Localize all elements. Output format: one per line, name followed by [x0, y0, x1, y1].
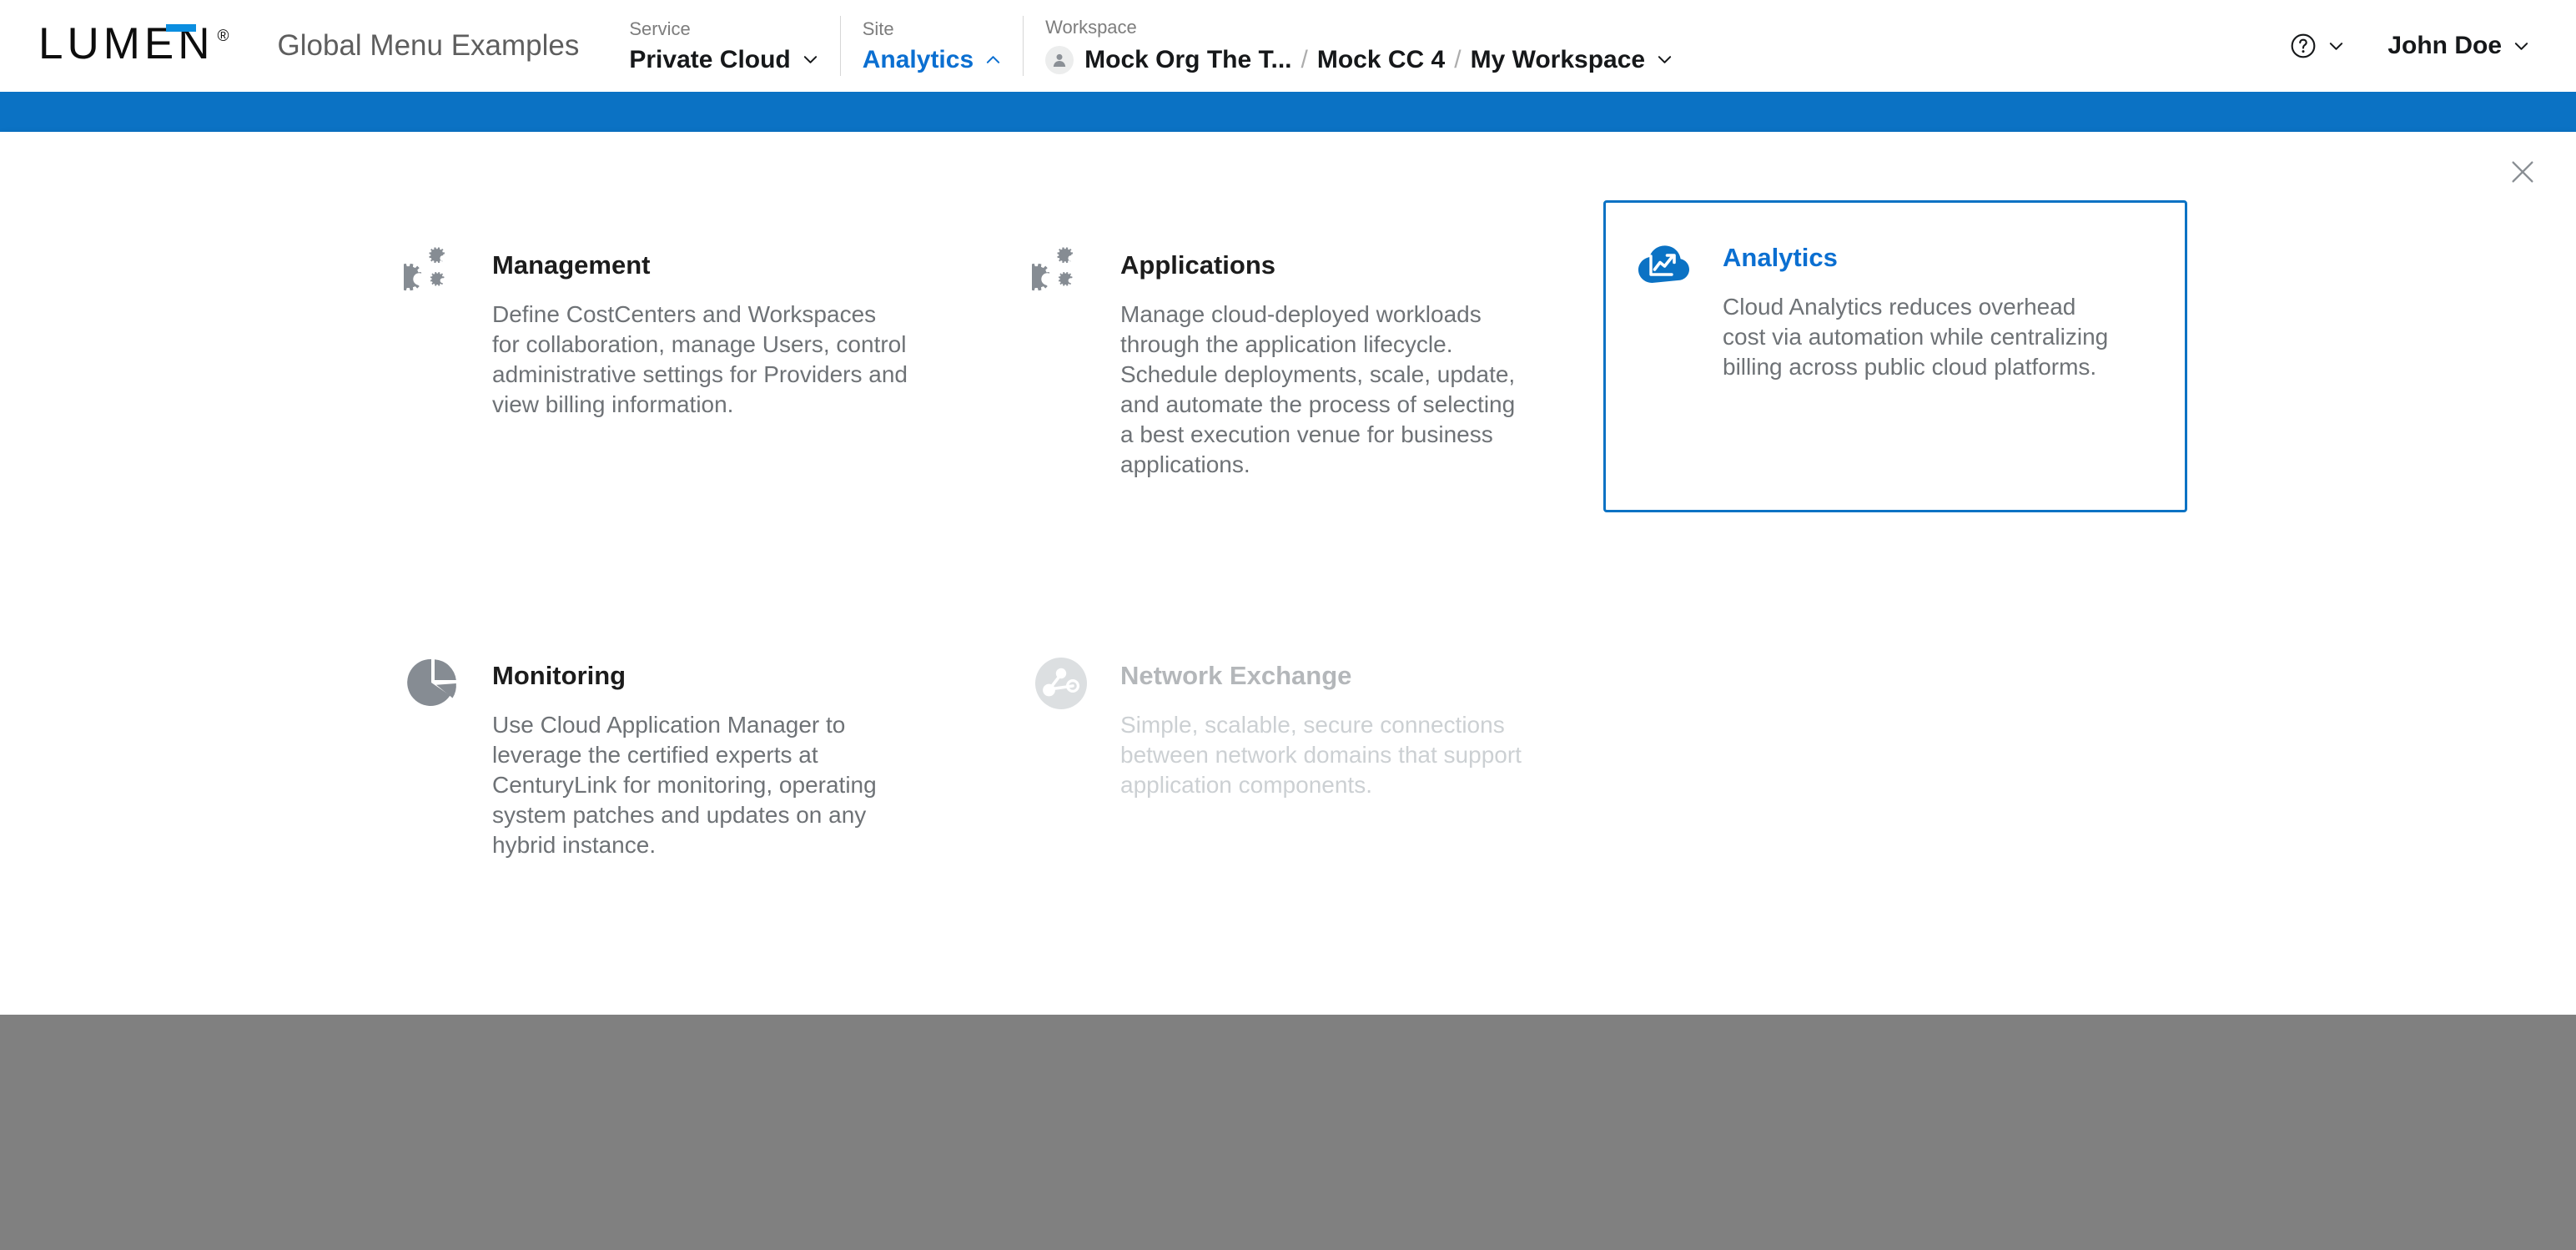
lumen-logo-accent-bar [166, 24, 196, 32]
page-title: Global Menu Examples [277, 29, 580, 62]
gears-icon [400, 242, 465, 307]
chevron-down-icon [2513, 38, 2529, 54]
workspace-selector-label: Workspace [1045, 16, 1137, 38]
site-selector-value: Analytics [862, 45, 974, 73]
user-menu-name: John Doe [2387, 32, 2502, 59]
service-card-title: Monitoring [492, 661, 626, 690]
lumen-logo[interactable]: LUMEN ® [38, 22, 229, 66]
service-selector[interactable]: Service Private Cloud [629, 16, 839, 76]
gears-icon [1029, 242, 1094, 307]
breadcrumb-separator: / [1454, 45, 1462, 73]
service-card-description: Cloud Analytics reduces overhead cost vi… [1723, 294, 2109, 380]
service-card-grid: Management Define CostCenters and Worksp… [400, 200, 2236, 860]
help-menu[interactable] [2290, 33, 2344, 59]
breadcrumb: Mock Org The T... / Mock CC 4 / My Works… [1045, 45, 1673, 74]
site-selector[interactable]: Site Analytics [839, 16, 1023, 76]
network-nodes-icon [1029, 653, 1094, 718]
chevron-down-icon [802, 52, 818, 68]
global-menu-page: LUMEN ® Global Menu Examples Service Pri… [0, 0, 2576, 1250]
service-card-monitoring[interactable]: Monitoring Use Cloud Application Manager… [400, 653, 1029, 860]
lumen-logo-registered-mark: ® [217, 28, 229, 45]
service-selector-label: Service [629, 18, 691, 39]
service-card-body: Management Define CostCenters and Worksp… [492, 242, 1029, 420]
global-header: LUMEN ® Global Menu Examples Service Pri… [0, 0, 2576, 92]
header-actions: John Doe [2290, 32, 2529, 60]
service-card-title: Management [492, 250, 651, 280]
chevron-down-icon [1657, 52, 1673, 68]
brand-accent-bar [0, 92, 2576, 132]
service-card-body: Analytics Cloud Analytics reduces overhe… [1723, 234, 2156, 382]
chevron-up-icon [985, 52, 1001, 68]
service-card-description: Manage cloud-deployed workloads through … [1120, 301, 1516, 477]
modal-backdrop-scrim[interactable] [0, 1015, 2576, 1250]
breadcrumb-item-org[interactable]: Mock Org The T... [1084, 47, 1291, 73]
breadcrumb-item-workspace[interactable]: My Workspace [1471, 47, 1646, 73]
breadcrumb-separator: / [1301, 45, 1308, 73]
service-card-body: Monitoring Use Cloud Application Manager… [492, 653, 1029, 860]
service-card-network-exchange: Network Exchange Simple, scalable, secur… [1029, 653, 1643, 860]
cloud-analytics-icon [1631, 234, 1696, 300]
service-card-description: Use Cloud Application Manager to leverag… [492, 712, 877, 858]
breadcrumb-item-costcenter[interactable]: Mock CC 4 [1317, 47, 1445, 73]
service-card-applications[interactable]: Applications Manage cloud-deployed workl… [1029, 242, 1643, 576]
service-card-description: Define CostCenters and Workspaces for co… [492, 301, 908, 417]
pie-chart-icon [400, 653, 465, 718]
help-circle-icon [2290, 33, 2317, 59]
service-card-body: Network Exchange Simple, scalable, secur… [1120, 653, 1643, 800]
service-card-description: Simple, scalable, secure connections bet… [1120, 712, 1522, 798]
service-card-management[interactable]: Management Define CostCenters and Worksp… [400, 242, 1029, 576]
service-card-analytics[interactable]: Analytics Cloud Analytics reduces overhe… [1603, 200, 2187, 512]
close-icon[interactable] [2499, 149, 2546, 195]
service-card-title: Network Exchange [1120, 661, 1352, 690]
site-selector-value-row: Analytics [862, 45, 1001, 73]
service-selector-value-row: Private Cloud [629, 45, 818, 73]
context-selectors: Service Private Cloud Site Analytics Wor… [629, 16, 1694, 76]
site-selector-label: Site [862, 18, 894, 39]
workspace-selector[interactable]: Workspace Mock Org The T... / Mock CC 4 … [1023, 16, 1694, 76]
user-menu[interactable]: John Doe [2387, 32, 2529, 60]
service-card-title: Applications [1120, 250, 1276, 280]
service-selector-value: Private Cloud [629, 45, 791, 73]
service-card-body: Applications Manage cloud-deployed workl… [1120, 242, 1643, 480]
chevron-down-icon [2328, 38, 2344, 54]
person-avatar-icon [1045, 45, 1074, 74]
service-card-title: Analytics [1723, 243, 1838, 272]
